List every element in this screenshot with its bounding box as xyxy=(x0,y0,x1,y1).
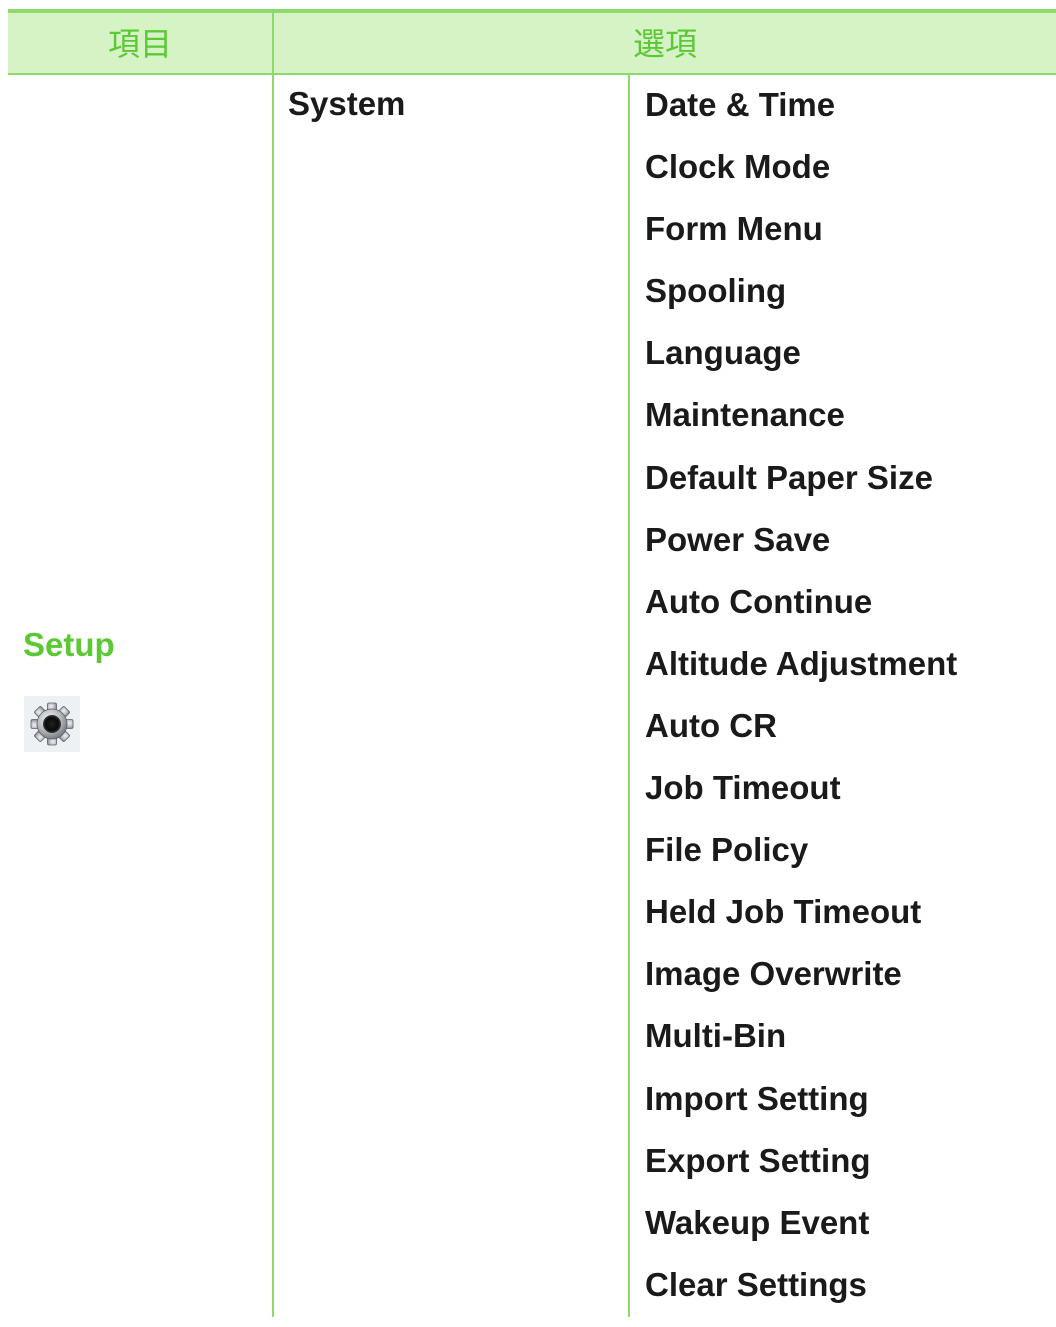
option-clock-mode: Clock Mode xyxy=(645,148,831,186)
option-auto-continue: Auto Continue xyxy=(645,582,873,620)
category-label-setup: Setup xyxy=(23,626,115,663)
option-image-overwrite: Image Overwrite xyxy=(645,955,902,993)
option-power-save: Power Save xyxy=(645,520,831,558)
option-held-job-timeout: Held Job Timeout xyxy=(645,893,922,931)
header-underline xyxy=(8,73,1056,75)
table-header: 項目 選項 xyxy=(8,13,1056,73)
column-divider-submenu xyxy=(628,75,630,1317)
option-auto-cr: Auto CR xyxy=(645,706,777,744)
option-spooling: Spooling xyxy=(645,272,787,310)
options-list: Date & Time Clock Mode Form Menu Spoolin… xyxy=(645,85,957,1327)
option-import-setting: Import Setting xyxy=(645,1079,869,1117)
gear-icon xyxy=(24,696,80,752)
column-divider-category xyxy=(272,75,274,1317)
option-clear-settings: Clear Settings xyxy=(645,1265,867,1303)
option-export-setting: Export Setting xyxy=(645,1141,871,1179)
option-altitude-adjustment: Altitude Adjustment xyxy=(645,644,958,682)
option-language: Language xyxy=(645,334,801,372)
option-job-timeout: Job Timeout xyxy=(645,769,841,807)
submenu-label-system: System xyxy=(288,85,406,122)
option-default-paper-size: Default Paper Size xyxy=(645,458,933,496)
option-wakeup-event: Wakeup Event xyxy=(645,1203,870,1241)
header-option: 選項 xyxy=(632,25,697,63)
header-item: 項目 xyxy=(107,25,172,63)
option-form-menu: Form Menu xyxy=(645,210,823,248)
option-file-policy: File Policy xyxy=(645,831,809,869)
option-date-time: Date & Time xyxy=(645,86,836,123)
option-maintenance: Maintenance xyxy=(645,396,845,434)
option-multi-bin: Multi-Bin xyxy=(645,1017,787,1055)
menu-table: 項目 選項 Setup System Date & Time Clock Mod… xyxy=(8,9,1056,1317)
